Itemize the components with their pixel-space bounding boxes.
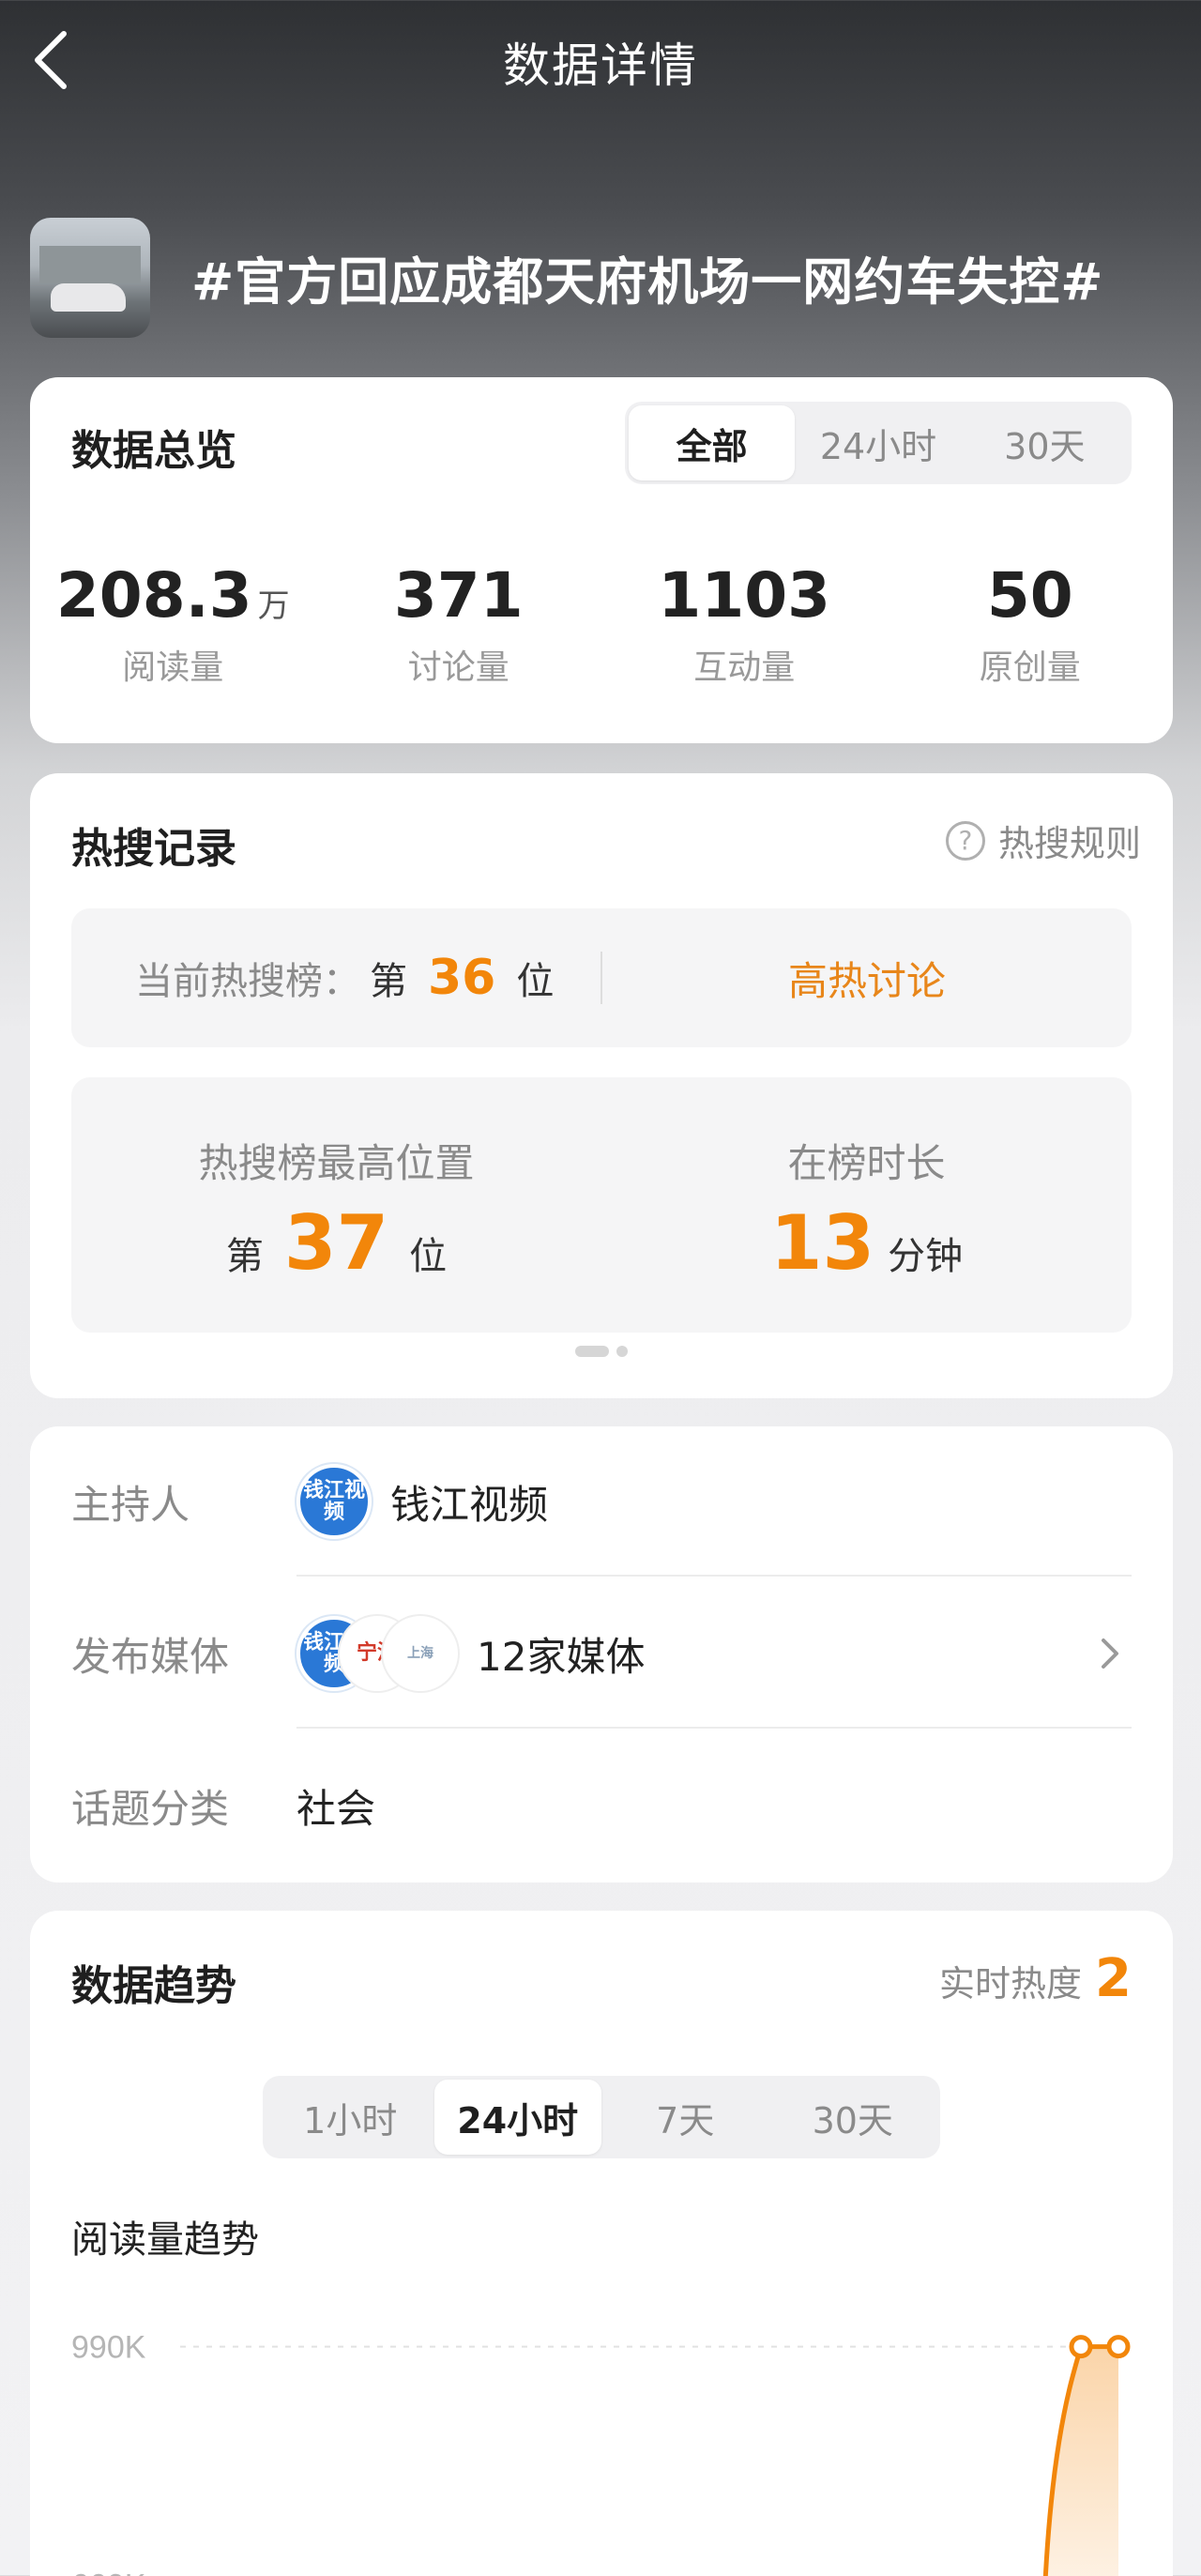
duration-label: 在榜时长 — [787, 1140, 946, 1186]
y-tick-label: 660K — [71, 2568, 146, 2576]
hot-search-rules-link[interactable]: ? 热搜规则 — [945, 815, 1141, 866]
overview-period-tabs: 全部 24小时 30天 — [625, 402, 1132, 484]
topic-thumbnail-image — [30, 218, 150, 338]
media-avatar-stack: 钱江视频 宁波 上海 — [296, 1616, 458, 1691]
tab-24h[interactable]: 24小时 — [433, 2080, 601, 2155]
host-row: 主持人 钱江视频 钱江视频 — [71, 1426, 1132, 1577]
media-avatar: 上海 — [383, 1616, 458, 1691]
top-bar: 数据详情 — [0, 0, 1201, 122]
duration-number: 13 — [769, 1199, 875, 1287]
y-tick-label: 990K — [71, 2330, 146, 2366]
stat-reads: 208.3 万 阅读量 — [30, 565, 316, 689]
page-dot — [616, 1346, 628, 1357]
stat-discussions: 371 讨论量 — [316, 565, 602, 689]
stat-originals: 50 原创量 — [888, 565, 1174, 689]
trend-card: 数据趋势 实时热度 2 1小时 24小时 7天 30天 阅读量趋势 990K 66… — [30, 1911, 1173, 2576]
stat-value: 208.3 — [55, 559, 252, 632]
overview-stats: 208.3 万 阅读量 371 讨论量 1103 互动量 50 原创量 — [30, 565, 1173, 689]
host-avatar[interactable]: 钱江视频 — [296, 1464, 372, 1539]
tab-1h[interactable]: 1小时 — [266, 2080, 434, 2155]
best-rank-panel: 热搜榜最高位置 第 37 位 在榜时长 13 分钟 — [71, 1077, 1132, 1333]
rules-label: 热搜规则 — [997, 823, 1141, 864]
category-value: 社会 — [296, 1785, 376, 1832]
page-title: 数据详情 — [503, 38, 698, 93]
tab-24h[interactable]: 24小时 — [795, 405, 961, 480]
stat-value: 371 — [393, 559, 524, 632]
best-position-suffix: 位 — [409, 1235, 448, 1278]
reads-trend-title: 阅读量趋势 — [71, 2218, 259, 2262]
media-label: 发布媒体 — [71, 1634, 230, 1680]
best-position-number: 37 — [283, 1199, 389, 1287]
overview-title: 数据总览 — [71, 427, 236, 475]
stat-value: 50 — [986, 559, 1073, 632]
question-circle-icon: ? — [945, 820, 985, 861]
current-rank: 当前热搜榜： 第 36 位 — [135, 908, 554, 1047]
live-heat-value: 2 — [1095, 1948, 1132, 2009]
data-point[interactable] — [1069, 2335, 1093, 2359]
list-duration: 在榜时长 13 分钟 — [601, 1132, 1132, 1281]
current-rank-panel: 当前热搜榜： 第 36 位 高热讨论 — [71, 908, 1132, 1047]
host-label: 主持人 — [71, 1482, 190, 1528]
hot-search-title: 热搜记录 — [71, 825, 236, 873]
topic-info-card: 主持人 钱江视频 钱江视频 发布媒体 钱江视频 宁波 上海 12家媒体 话题分类… — [30, 1426, 1173, 1882]
media-count: 12家媒体 — [477, 1633, 646, 1680]
tab-30d[interactable]: 30天 — [962, 405, 1128, 480]
stat-label: 互动量 — [693, 648, 796, 687]
tab-30d[interactable]: 30天 — [769, 2080, 937, 2155]
live-heat-label: 实时热度 — [939, 1963, 1083, 2004]
data-point[interactable] — [1106, 2335, 1131, 2359]
hot-search-card: 热搜记录 ? 热搜规则 当前热搜榜： 第 36 位 高热讨论 热搜榜最高位置 第… — [30, 773, 1173, 1398]
trend-period-tabs: 1小时 24小时 7天 30天 — [263, 2076, 940, 2158]
media-row[interactable]: 发布媒体 钱江视频 宁波 上海 12家媒体 — [71, 1578, 1132, 1729]
stat-label: 阅读量 — [122, 648, 224, 687]
current-rank-number: 36 — [428, 950, 496, 1006]
chevron-right-icon[interactable] — [1087, 1631, 1132, 1676]
live-heat: 实时热度 2 — [939, 1948, 1132, 2009]
category-label: 话题分类 — [71, 1786, 230, 1832]
stat-label: 讨论量 — [407, 648, 509, 687]
duration-unit: 分钟 — [888, 1235, 964, 1278]
stat-unit: 万 — [257, 587, 290, 625]
best-position-prefix: 第 — [225, 1235, 264, 1278]
tab-7d[interactable]: 7天 — [601, 2080, 769, 2155]
divider — [296, 1727, 1132, 1729]
category-row: 话题分类 社会 — [71, 1730, 1132, 1881]
hot-discussion-tag: 高热讨论 — [787, 957, 946, 1004]
topic-title: #官方回应成都天府机场一网约车失控# — [191, 252, 1104, 312]
overview-card: 数据总览 全部 24小时 30天 208.3 万 阅读量 371 讨论量 1103… — [30, 377, 1173, 743]
reads-trend-chart: 990K 660K — [71, 2330, 1131, 2576]
current-rank-label: 当前热搜榜： — [135, 960, 360, 1003]
current-rank-suffix: 位 — [516, 960, 555, 1003]
stat-interactions: 1103 互动量 — [601, 565, 888, 689]
stat-label: 原创量 — [979, 648, 1081, 687]
host-name[interactable]: 钱江视频 — [390, 1473, 548, 1531]
best-position-label: 热搜榜最高位置 — [198, 1140, 475, 1186]
page-dot-active — [575, 1346, 609, 1357]
best-position: 热搜榜最高位置 第 37 位 — [71, 1132, 601, 1281]
current-rank-prefix: 第 — [370, 960, 407, 1003]
divider — [296, 1575, 1132, 1577]
page-indicator — [30, 1346, 1173, 1357]
trend-title: 数据趋势 — [71, 1962, 236, 2010]
stat-value: 1103 — [658, 559, 831, 632]
tab-all[interactable]: 全部 — [629, 405, 796, 480]
